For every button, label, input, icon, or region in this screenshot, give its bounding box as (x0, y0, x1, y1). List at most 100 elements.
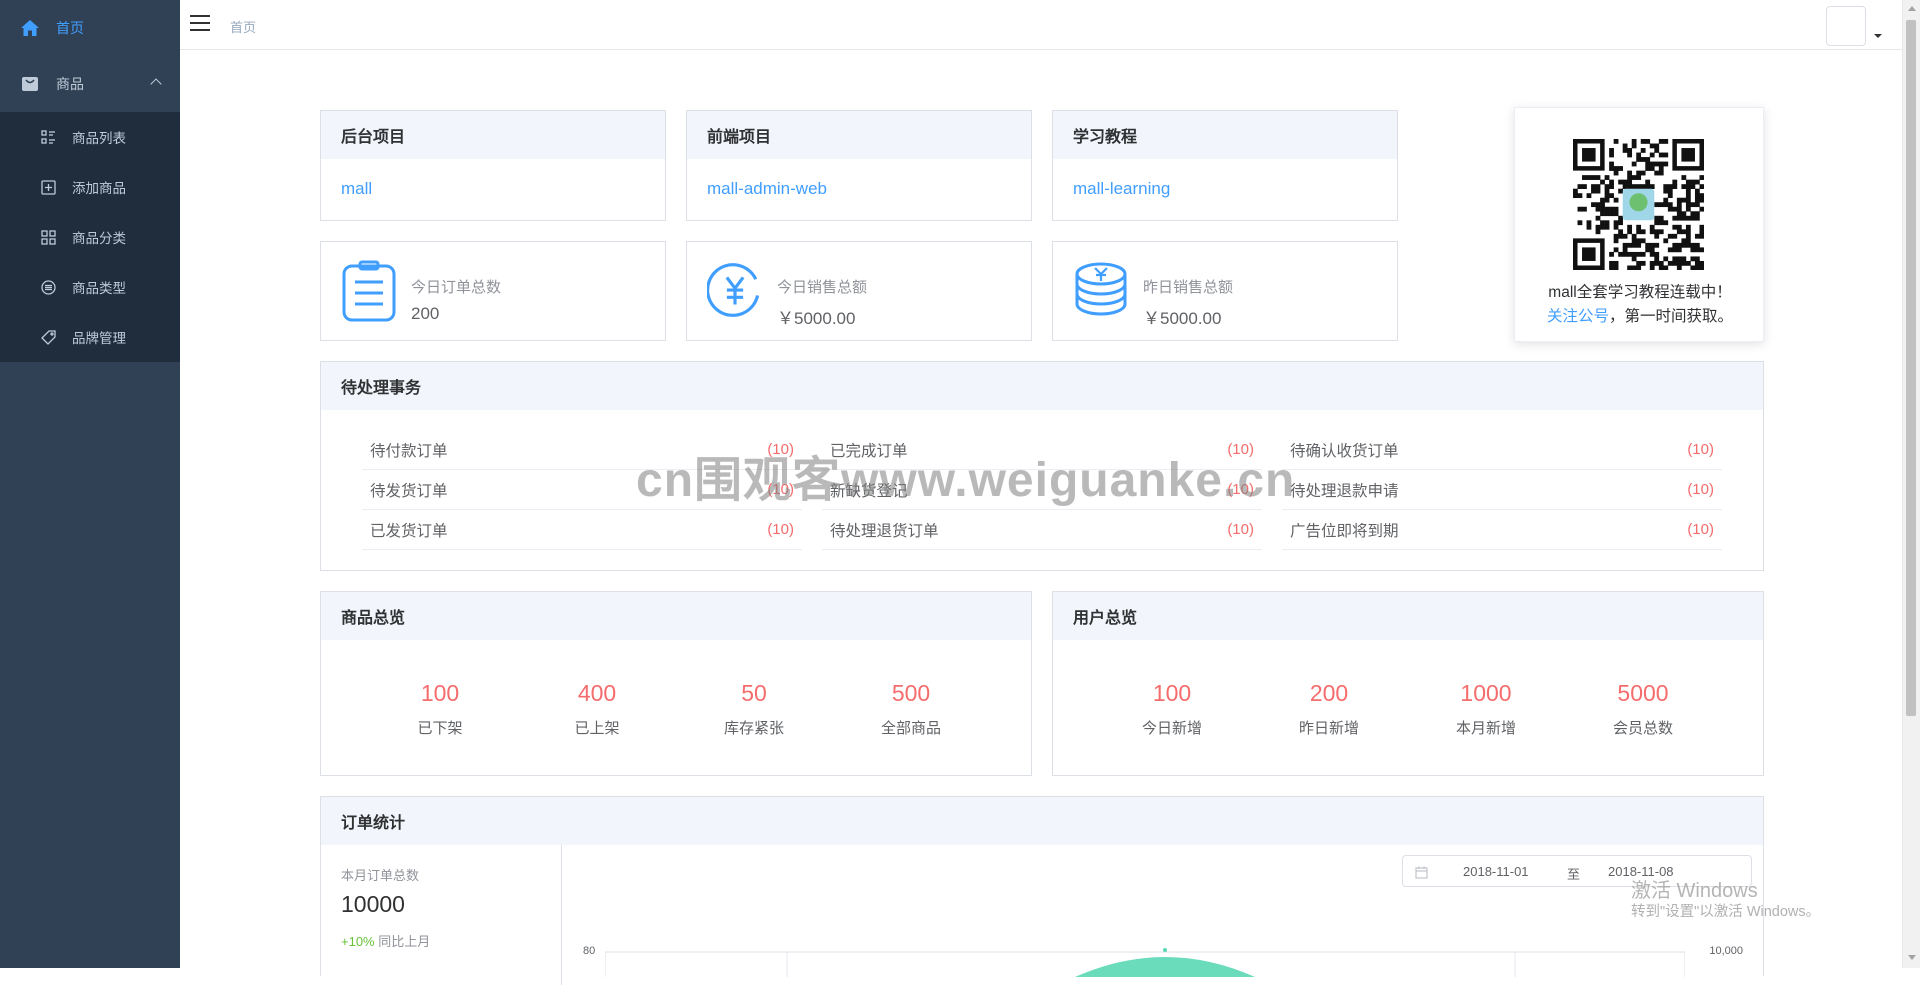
stat-value: 200 (411, 304, 440, 323)
month-orders-value: 10000 (341, 891, 405, 917)
kpi-label: 已上架 (574, 720, 620, 737)
date-separator: 至 (1567, 867, 1581, 882)
windows-activation-title: 激活 Windows (1631, 880, 1758, 902)
sidebar-item-label: 商品列表 (72, 131, 126, 146)
add-box-icon (40, 179, 56, 195)
card-title: 前端项目 (687, 111, 1031, 159)
stat-card-today-sales: 今日销售总额 ￥5000.00 (686, 241, 1032, 341)
windows-activation-subtitle: 转到"设置"以激活 Windows。 (1631, 904, 1821, 920)
kpi-members-total: 5000 会员总数 (1583, 680, 1703, 738)
goods-overview-card: 商品总览 100 已下架 400 已上架 50 库存紧张 500 全部商品 (320, 591, 1032, 776)
qr-caption: mall全套学习教程连载中！ (1548, 284, 1732, 301)
watermark-text: cn围观客www.weiguanke.cn (636, 454, 1296, 507)
month-orders-label: 本月订单总数 (341, 868, 420, 883)
order-chart (605, 948, 1685, 977)
todo-count: (10) (1687, 441, 1714, 458)
kpi-label: 昨日新增 (1298, 720, 1359, 737)
project-card-frontend: 前端项目 mall-admin-web (686, 110, 1032, 221)
divider (561, 845, 562, 985)
home-icon (20, 18, 40, 38)
kpi-label: 本月新增 (1455, 720, 1516, 737)
card-title: 后台项目 (321, 111, 665, 159)
kpi-label: 今日新增 (1141, 720, 1202, 737)
caret-down-icon[interactable] (1874, 34, 1882, 38)
todo-label: 待处理退款申请 (1290, 482, 1399, 500)
sidebar-item-goods-type[interactable]: 商品类型 (0, 262, 180, 312)
kpi-value: 100 (1152, 680, 1192, 706)
bag-icon (20, 74, 40, 94)
navbar: 首页 (180, 0, 1902, 50)
sidebar-item-add-goods[interactable]: 添加商品 (0, 162, 180, 212)
kpi-label: 会员总数 (1612, 720, 1673, 737)
user-overview-card: 用户总览 100 今日新增 200 昨日新增 1000 本月新增 5000 会员总数 (1052, 591, 1764, 776)
qr-caption-rest: ，第一时间获取。 (1609, 308, 1734, 325)
axis-label-right: 10,000 (1709, 945, 1743, 957)
project-link[interactable]: mall-admin-web (707, 179, 827, 198)
hamburger-menu-icon[interactable] (190, 15, 210, 33)
kpi-today-new: 100 今日新增 (1112, 680, 1232, 738)
todo-row[interactable]: 待处理退货订单 (10) (822, 510, 1262, 550)
chevron-up-icon (150, 78, 162, 90)
kpi-onshelf: 400 已上架 (537, 680, 657, 738)
kpi-label: 全部商品 (880, 720, 941, 737)
todo-row[interactable]: 已发货订单 (10) (362, 510, 802, 550)
scroll-down-icon[interactable] (1908, 955, 1916, 960)
menu-goods-label: 商品 (56, 76, 84, 92)
menu-goods[interactable]: 商品 (0, 56, 180, 112)
todo-count: (10) (767, 521, 794, 538)
card-title: 商品总览 (321, 592, 1031, 640)
stat-label: 昨日销售总额 (1143, 279, 1234, 296)
stat-value: ￥5000.00 (777, 309, 856, 328)
sidebar-item-goods-list[interactable]: 商品列表 (0, 112, 180, 162)
todo-count: (10) (1687, 481, 1714, 498)
follow-link[interactable]: 关注公号 (1547, 308, 1609, 325)
qr-caption-2: 关注公号，第一时间获取。 (1515, 304, 1765, 326)
sidebar-item-goods-category[interactable]: 商品分类 (0, 212, 180, 262)
kpi-value: 500 (891, 680, 931, 706)
project-card-learning: 学习教程 mall-learning (1052, 110, 1398, 221)
kpi-value: 5000 (1617, 680, 1669, 706)
qr-card: mall全套学习教程连载中！ 关注公号，第一时间获取。 (1514, 107, 1764, 342)
stat-card-yesterday-sales: 昨日销售总额 ￥5000.00 (1052, 241, 1398, 341)
page-scrollbar[interactable] (1902, 0, 1920, 968)
todo-row[interactable]: 待处理退款申请 (10) (1282, 470, 1722, 510)
card-title: 学习教程 (1053, 111, 1397, 159)
todo-label: 待发货订单 (370, 482, 448, 500)
todo-label: 已发货订单 (370, 522, 448, 540)
kpi-offshelf: 100 已下架 (380, 680, 500, 738)
menu-home[interactable]: 首页 (0, 0, 180, 56)
kpi-label: 已下架 (417, 720, 463, 737)
sidebar-item-label: 添加商品 (72, 181, 126, 196)
change-label: 同比上月 (378, 934, 431, 949)
todo-count: (10) (1227, 521, 1254, 538)
yen-circle-icon (707, 263, 760, 317)
kpi-low-stock: 50 库存紧张 (694, 680, 814, 738)
avatar[interactable] (1826, 6, 1866, 46)
kpi-all-goods: 500 全部商品 (851, 680, 971, 738)
todo-label: 待付款订单 (370, 442, 448, 460)
kpi-label: 库存紧张 (723, 720, 784, 737)
card-title: 订单统计 (321, 797, 1763, 845)
todo-row[interactable]: 广告位即将到期 (10) (1282, 510, 1722, 550)
project-link[interactable]: mall (341, 179, 372, 198)
tag-icon (40, 329, 56, 345)
menu-home-label: 首页 (56, 20, 84, 36)
breadcrumb[interactable]: 首页 (230, 17, 256, 36)
project-link[interactable]: mall-learning (1073, 179, 1170, 198)
sidebar-item-label: 商品分类 (72, 231, 126, 246)
scroll-up-icon[interactable] (1908, 6, 1916, 11)
type-icon (40, 279, 56, 295)
todo-row[interactable]: 待确认收货订单 (10) (1282, 430, 1722, 470)
chart-area (1075, 957, 1255, 977)
sidebar-item-label: 品牌管理 (72, 331, 126, 346)
sidebar-item-label: 商品类型 (72, 281, 126, 296)
goods-submenu: 商品列表 添加商品 商品分类 商品类型 品牌管理 (0, 112, 180, 362)
date-from[interactable]: 2018-11-01 (1463, 864, 1529, 879)
qr-code-icon (1573, 139, 1704, 270)
sidebar-item-brand[interactable]: 品牌管理 (0, 312, 180, 362)
month-orders-change: +10% 同比上月 (341, 931, 430, 950)
scrollbar-thumb[interactable] (1906, 20, 1916, 716)
calendar-icon (1415, 866, 1428, 879)
project-card-backend: 后台项目 mall (320, 110, 666, 221)
coins-icon (1075, 262, 1127, 316)
